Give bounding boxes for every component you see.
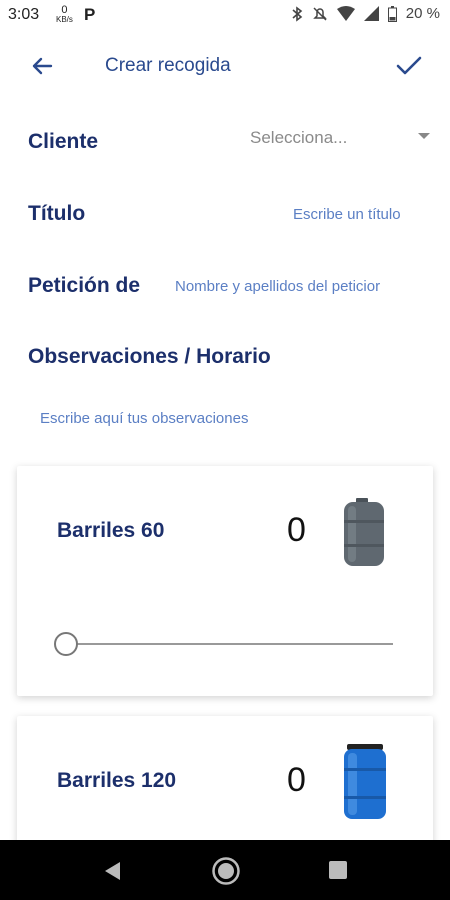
battery-percent: 20 % [405, 5, 440, 22]
client-select[interactable]: Selecciona... [250, 126, 430, 152]
status-icons: 20 % [291, 5, 440, 22]
request-input[interactable]: Nombre y apellidos del peticior [175, 278, 427, 295]
nav-back-button[interactable] [102, 860, 124, 887]
app-bar: Crear recogida [0, 40, 450, 92]
quantity-slider[interactable] [67, 643, 393, 645]
navigation-bar [0, 840, 450, 900]
p-badge-icon: P [84, 5, 96, 24]
item-name: Barriles 120 [57, 769, 177, 792]
wifi-icon [336, 6, 355, 21]
mute-bell-icon [312, 6, 328, 22]
battery-icon [387, 5, 397, 22]
grey-barrel-icon [344, 498, 384, 566]
title-label: Título [28, 202, 86, 225]
network-speed: 0 KB/s [56, 4, 73, 24]
circle-home-icon [212, 857, 240, 885]
item-name: Barriles 60 [57, 519, 165, 542]
item-card: Barriles 60 0 [17, 466, 433, 696]
bluetooth-icon [291, 5, 303, 22]
triangle-back-icon [105, 862, 120, 880]
item-card: Barriles 120 0 [17, 716, 433, 856]
status-time: 3:03 [8, 6, 40, 23]
slider-thumb[interactable] [54, 632, 78, 656]
confirm-button[interactable] [396, 52, 430, 80]
observations-input[interactable]: Escribe aquí tus observaciones [40, 410, 420, 427]
title-input[interactable]: Escribe un título [293, 206, 428, 223]
square-recents-icon [329, 861, 347, 879]
item-count: 0 [287, 511, 306, 549]
item-count: 0 [287, 761, 306, 799]
signal-icon [363, 6, 379, 21]
status-bar: 3:03 0 KB/s P 20 % [0, 0, 450, 32]
dropdown-arrow-icon [418, 133, 430, 139]
nav-recents-button[interactable] [328, 860, 348, 885]
client-label: Cliente [28, 130, 99, 153]
check-icon [396, 56, 422, 75]
network-speed-unit: KB/s [56, 15, 73, 24]
arrow-back-icon [32, 57, 53, 75]
client-select-value: Selecciona... [250, 128, 348, 147]
page-title: Crear recogida [105, 55, 231, 76]
nav-home-button[interactable] [211, 856, 241, 891]
blue-barrel-icon [344, 744, 386, 819]
back-button[interactable] [30, 52, 64, 80]
observations-label: Observaciones / Horario [28, 345, 271, 368]
request-label: Petición de [28, 274, 141, 297]
